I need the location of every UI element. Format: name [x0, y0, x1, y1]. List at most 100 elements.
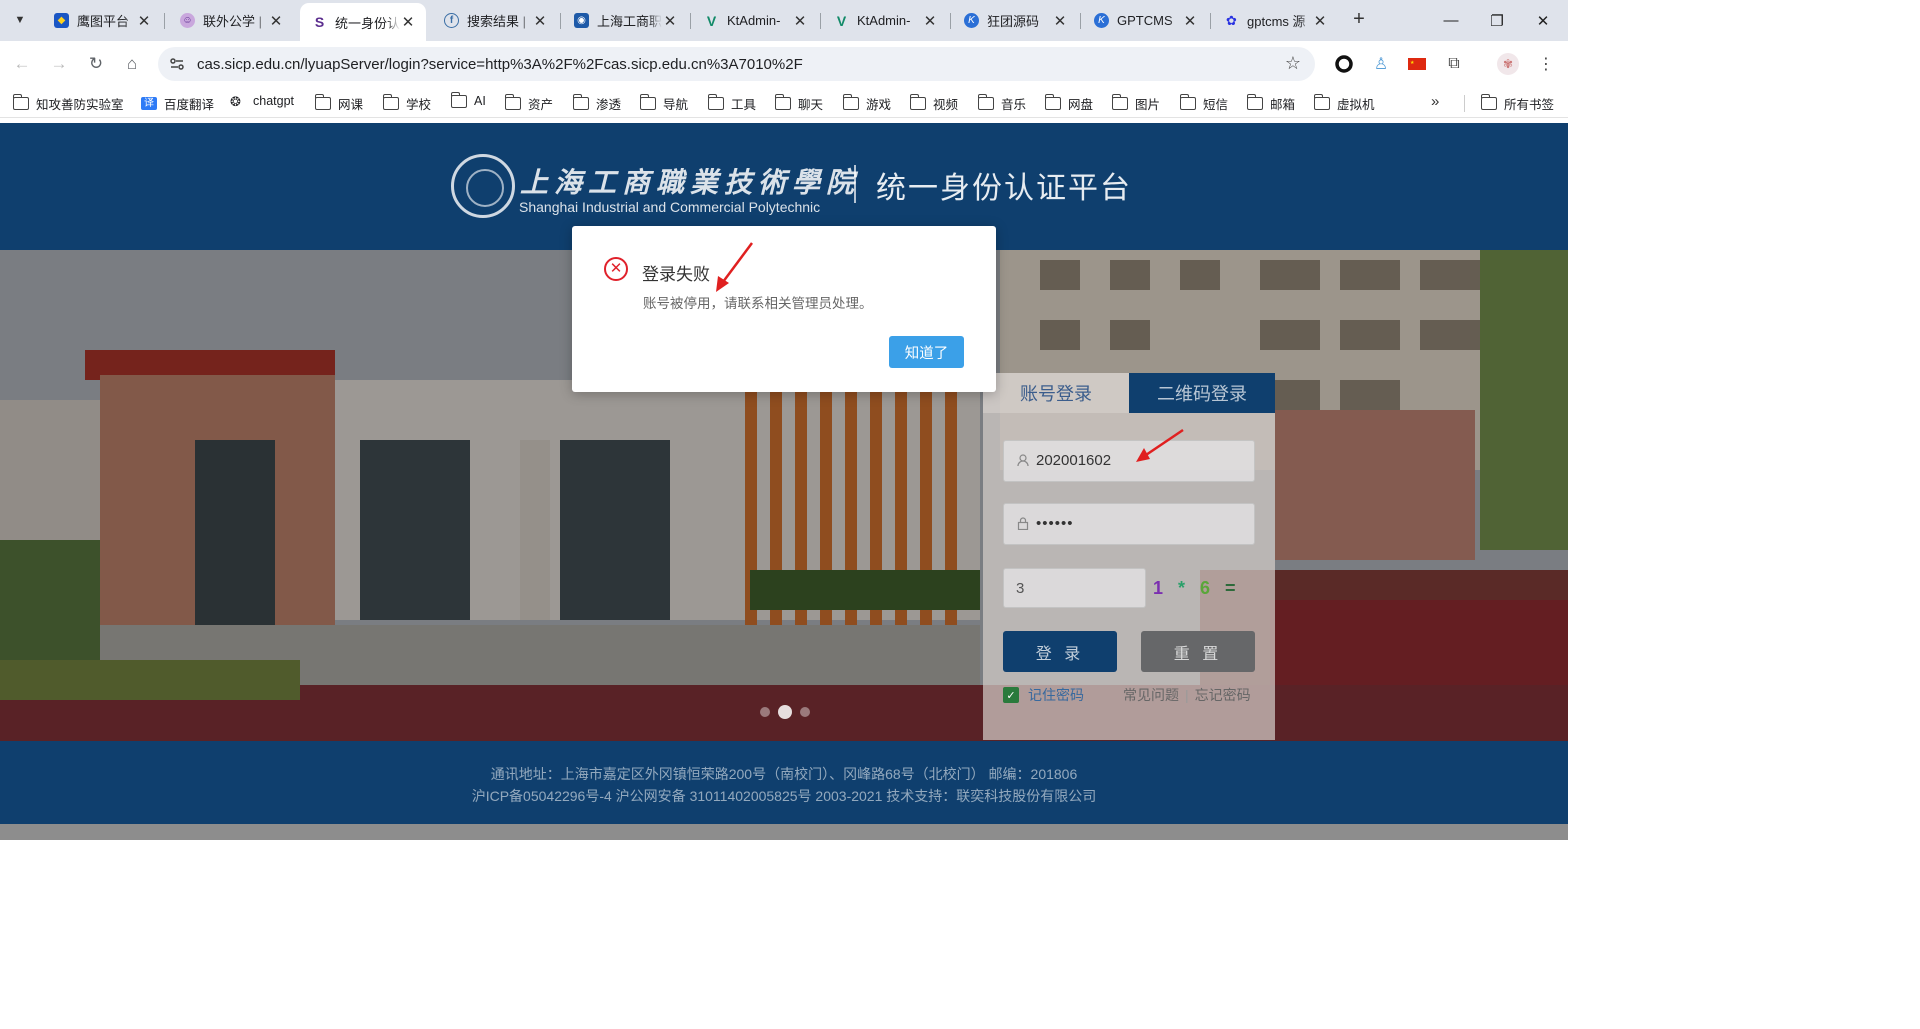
- platform-title: 统一身份认证平台: [876, 172, 1132, 205]
- login-tabs: 账号登录 二维码登录: [983, 373, 1275, 413]
- bookmarks-overflow-icon[interactable]: »: [1431, 93, 1439, 110]
- bookmark-item[interactable]: 视频: [909, 94, 958, 113]
- tab-title: 搜索结果 |: [467, 14, 526, 29]
- bookmark-item[interactable]: 音乐: [977, 94, 1026, 113]
- bookmark-item[interactable]: 渗透: [572, 94, 621, 113]
- tab-search-chevron-icon[interactable]: ▼: [7, 7, 33, 33]
- bookmark-item[interactable]: 聊天: [774, 94, 823, 113]
- bookmark-item[interactable]: 网盘: [1044, 94, 1093, 113]
- reset-button[interactable]: 重 置: [1141, 631, 1255, 672]
- close-icon[interactable]: ✕: [1052, 12, 1068, 30]
- bookmark-star-icon[interactable]: ☆: [1285, 53, 1301, 74]
- forward-arrow-icon[interactable]: →: [47, 52, 71, 76]
- site-settings-icon[interactable]: [168, 55, 186, 73]
- extension-flag-icon[interactable]: ★: [1406, 53, 1428, 75]
- tab-title: KtAdmin-: [727, 13, 781, 28]
- extension-bot-icon[interactable]: ♙: [1370, 53, 1392, 75]
- bookmark-item[interactable]: 邮箱: [1246, 94, 1295, 113]
- folder-icon: [450, 91, 467, 108]
- tab-qr-login[interactable]: 二维码登录: [1129, 373, 1275, 413]
- translate-icon: 译: [141, 97, 157, 110]
- tab-kuangtuan[interactable]: K 狂团源码 ✕: [952, 5, 1078, 36]
- bookmark-item[interactable]: 短信: [1179, 94, 1228, 113]
- minimize-icon[interactable]: —: [1428, 0, 1474, 41]
- close-icon[interactable]: ✕: [662, 12, 678, 30]
- folder-icon: [1313, 94, 1330, 110]
- tab-eagle[interactable]: ◆ 鹰图平台 ✕: [42, 5, 162, 36]
- checkbox-checked-icon[interactable]: ✓: [1003, 687, 1019, 703]
- username-field[interactable]: 202001602: [1003, 440, 1255, 482]
- bookmark-item[interactable]: 学校: [382, 94, 431, 113]
- tab-cas-login[interactable]: S 统一身份认 ✕: [300, 3, 426, 41]
- user-icon: [1017, 454, 1031, 468]
- remember-password[interactable]: ✓ 记住密码: [1003, 685, 1084, 705]
- home-icon[interactable]: ⌂: [120, 52, 144, 76]
- extensions-puzzle-icon[interactable]: ⧉: [1443, 53, 1465, 75]
- folder-icon: [639, 94, 656, 110]
- bookmark-item[interactable]: 网课: [314, 94, 363, 113]
- folder-icon: [1480, 94, 1497, 110]
- address-bar[interactable]: cas.sicp.edu.cn/lyuapServer/login?servic…: [158, 47, 1315, 81]
- window-close-icon[interactable]: ✕: [1520, 0, 1566, 41]
- bookmark-item[interactable]: 游戏: [842, 94, 891, 113]
- tab-account-login[interactable]: 账号登录: [983, 373, 1129, 413]
- v-icon: V: [836, 12, 847, 29]
- tab-lianwai[interactable]: ☺ 联外公学 | ✕: [168, 5, 294, 36]
- back-arrow-icon[interactable]: ←: [10, 52, 34, 76]
- bookmark-item[interactable]: 虚拟机: [1313, 94, 1375, 113]
- bookmark-item[interactable]: 导航: [639, 94, 688, 113]
- close-icon[interactable]: ✕: [922, 12, 938, 30]
- tab-ktadmin-1[interactable]: V KtAdmin- ✕: [692, 5, 818, 36]
- carousel-dot[interactable]: [760, 707, 770, 717]
- extension-ring-icon[interactable]: [1333, 53, 1355, 75]
- bookmark-item[interactable]: 译百度翻译: [141, 94, 214, 113]
- carousel-dot-active[interactable]: [778, 705, 792, 719]
- reload-icon[interactable]: ↻: [84, 52, 108, 76]
- close-icon[interactable]: ✕: [1312, 12, 1328, 30]
- forgot-password-link[interactable]: 忘记密码: [1195, 687, 1251, 703]
- password-field[interactable]: ••••••: [1003, 503, 1255, 545]
- close-icon[interactable]: ✕: [1182, 12, 1198, 30]
- bookmark-item[interactable]: ❂ chatgpt: [230, 94, 294, 108]
- tab-search-results[interactable]: f 搜索结果 | ✕: [432, 5, 558, 36]
- k-icon: K: [1094, 13, 1109, 28]
- captcha-char: *: [1178, 578, 1186, 598]
- tab-sicp[interactable]: ◉ 上海工商职 ✕: [562, 5, 688, 36]
- url-text[interactable]: cas.sicp.edu.cn/lyuapServer/login?servic…: [197, 56, 803, 73]
- menu-kebab-icon[interactable]: ⋮: [1535, 53, 1557, 75]
- school-name-en: Shanghai Industrial and Commercial Polyt…: [519, 199, 821, 215]
- login-panel: 账号登录 二维码登录 202001602 •••••• 3 1 * 6 = 登 …: [983, 373, 1275, 740]
- bookmark-item[interactable]: AI: [450, 91, 486, 108]
- restore-icon[interactable]: ❐: [1474, 0, 1520, 41]
- tab-title: gptcms 源: [1247, 14, 1306, 29]
- bookmark-item[interactable]: 工具: [707, 94, 756, 113]
- new-tab-plus-icon[interactable]: +: [1348, 9, 1370, 31]
- profile-avatar[interactable]: ✾: [1497, 53, 1519, 75]
- tab-ktadmin-2[interactable]: V KtAdmin- ✕: [822, 5, 948, 36]
- bookmark-item[interactable]: 知攻善防实验室: [12, 94, 124, 113]
- all-bookmarks[interactable]: 所有书签: [1480, 94, 1554, 113]
- faq-link[interactable]: 常见问题: [1123, 687, 1179, 703]
- login-button[interactable]: 登 录: [1003, 631, 1117, 672]
- bookmark-item[interactable]: 图片: [1111, 94, 1160, 113]
- svg-text:★: ★: [1410, 60, 1415, 66]
- close-icon[interactable]: ✕: [532, 12, 548, 30]
- bookmark-item[interactable]: 资产: [504, 94, 553, 113]
- close-icon[interactable]: ✕: [792, 12, 808, 30]
- tab-gptcms-source[interactable]: ✿ gptcms 源 ✕: [1212, 5, 1338, 36]
- carousel-dot[interactable]: [800, 707, 810, 717]
- tab-title: 联外公学 |: [203, 14, 262, 29]
- folder-icon: [1179, 94, 1196, 110]
- close-icon[interactable]: ✕: [268, 12, 284, 30]
- tab-gptcms[interactable]: K GPTCMS ✕: [1082, 5, 1208, 36]
- captcha-input[interactable]: 3: [1003, 568, 1146, 608]
- folder-icon: [382, 94, 399, 110]
- browser-toolbar: ← → ↻ ⌂ cas.sicp.edu.cn/lyuapServer/logi…: [0, 41, 1568, 88]
- captcha-input-value: 3: [1016, 580, 1025, 597]
- v-icon: V: [706, 12, 717, 29]
- acknowledge-button[interactable]: 知道了: [889, 336, 964, 368]
- close-icon[interactable]: ✕: [400, 13, 416, 31]
- footer-address: 通讯地址：上海市嘉定区外冈镇恒荣路200号（南校门）、冈峰路68号（北校门） 邮…: [490, 766, 1078, 782]
- captcha-image[interactable]: 1 * 6 =: [1153, 578, 1236, 599]
- close-icon[interactable]: ✕: [136, 12, 152, 30]
